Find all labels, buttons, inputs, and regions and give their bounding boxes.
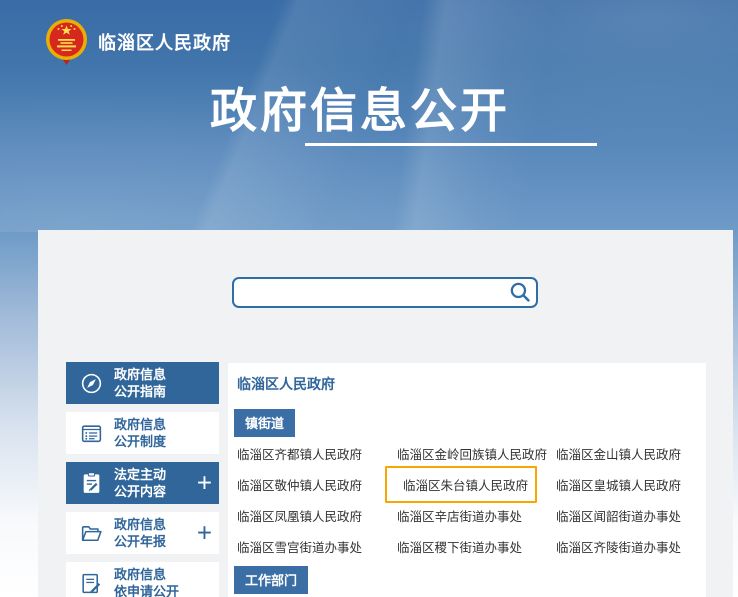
national-emblem-icon: [45, 18, 88, 66]
town-link[interactable]: 临淄区皇城镇人民政府: [556, 475, 706, 494]
town-links: 临淄区齐都镇人民政府 临淄区金岭回族镇人民政府 临淄区金山镇人民政府 临淄区敬仲…: [228, 438, 706, 562]
sidebar-item-label: 政府信息 依申请公开: [114, 566, 179, 597]
sidebar-item-gongkai-nianbao[interactable]: 政府信息 公开年报 +: [66, 512, 219, 554]
town-link[interactable]: 临淄区金山镇人民政府: [556, 444, 706, 463]
sidebar-item-gongkai-zhidu[interactable]: 政府信息 公开制度: [66, 412, 219, 454]
sidebar-item-label: 政府信息 公开指南: [114, 366, 166, 400]
sidebar-item-gongkai-zhinan[interactable]: 政府信息 公开指南: [66, 362, 219, 404]
town-link[interactable]: 临淄区稷下街道办事处: [397, 537, 556, 556]
town-link[interactable]: 临淄区辛店街道办事处: [397, 506, 556, 525]
sidebar-item-fading-zhudong[interactable]: 法定主动 公开内容 +: [66, 462, 219, 504]
link-row: 临淄区雪宫街道办事处 临淄区稷下街道办事处 临淄区齐陵街道办事处: [228, 531, 706, 562]
section-badge-departments: 工作部门: [234, 566, 308, 594]
sidebar-item-yishenqing-gongkai[interactable]: 政府信息 依申请公开: [66, 562, 219, 597]
document-list-icon: [79, 421, 104, 446]
search-input[interactable]: [232, 277, 538, 308]
page: 临淄区人民政府 政府信息公开 政府信息: [0, 0, 738, 597]
sidebar-item-label: 政府信息 公开制度: [114, 416, 166, 450]
content-card: 政府信息 公开指南 政府信息 公开制度: [38, 230, 733, 597]
site-name: 临淄区人民政府: [98, 29, 231, 55]
link-row: 临淄区凤凰镇人民政府 临淄区辛店街道办事处 临淄区闻韶街道办事处: [228, 500, 706, 531]
panel-heading: 临淄区人民政府: [237, 374, 706, 394]
town-link[interactable]: 临淄区凤凰镇人民政府: [237, 506, 397, 525]
town-link[interactable]: 临淄区闻韶街道办事处: [556, 506, 706, 525]
expand-plus-icon[interactable]: +: [197, 469, 212, 495]
town-link[interactable]: 临淄区齐陵街道办事处: [556, 537, 706, 556]
town-link-highlighted-wrap: 临淄区朱台镇人民政府: [397, 466, 556, 503]
link-row: 临淄区齐都镇人民政府 临淄区金岭回族镇人民政府 临淄区金山镇人民政府: [228, 438, 706, 469]
clipboard-pen-icon: [79, 471, 104, 496]
sidebar: 政府信息 公开指南 政府信息 公开制度: [66, 362, 219, 597]
title-underline: [305, 143, 597, 146]
search-icon: [508, 280, 533, 305]
town-link[interactable]: 临淄区雪宫街道办事处: [237, 537, 397, 556]
header-brand-link[interactable]: 临淄区人民政府: [45, 18, 231, 66]
document-pen-icon: [79, 571, 104, 596]
town-link[interactable]: 临淄区敬仲镇人民政府: [237, 475, 397, 494]
sidebar-item-label: 法定主动 公开内容: [114, 466, 166, 500]
link-row: 临淄区敬仲镇人民政府 临淄区朱台镇人民政府 临淄区皇城镇人民政府: [228, 469, 706, 500]
town-link[interactable]: 临淄区金岭回族镇人民政府: [397, 444, 556, 463]
town-link[interactable]: 临淄区齐都镇人民政府: [237, 444, 397, 463]
folder-icon: [79, 521, 104, 546]
search-bar: [232, 277, 538, 308]
section-badge-towns: 镇街道: [234, 409, 295, 437]
search-button[interactable]: [508, 280, 533, 305]
main-panel: 临淄区人民政府 镇街道 临淄区齐都镇人民政府 临淄区金岭回族镇人民政府 临淄区金…: [228, 363, 706, 597]
page-title: 政府信息公开: [0, 72, 720, 141]
highlight-box: 临淄区朱台镇人民政府: [385, 466, 537, 503]
compass-icon: [79, 371, 104, 396]
town-link-highlighted[interactable]: 临淄区朱台镇人民政府: [403, 479, 528, 493]
expand-plus-icon[interactable]: +: [197, 519, 212, 545]
sidebar-item-label: 政府信息 公开年报: [114, 516, 166, 550]
